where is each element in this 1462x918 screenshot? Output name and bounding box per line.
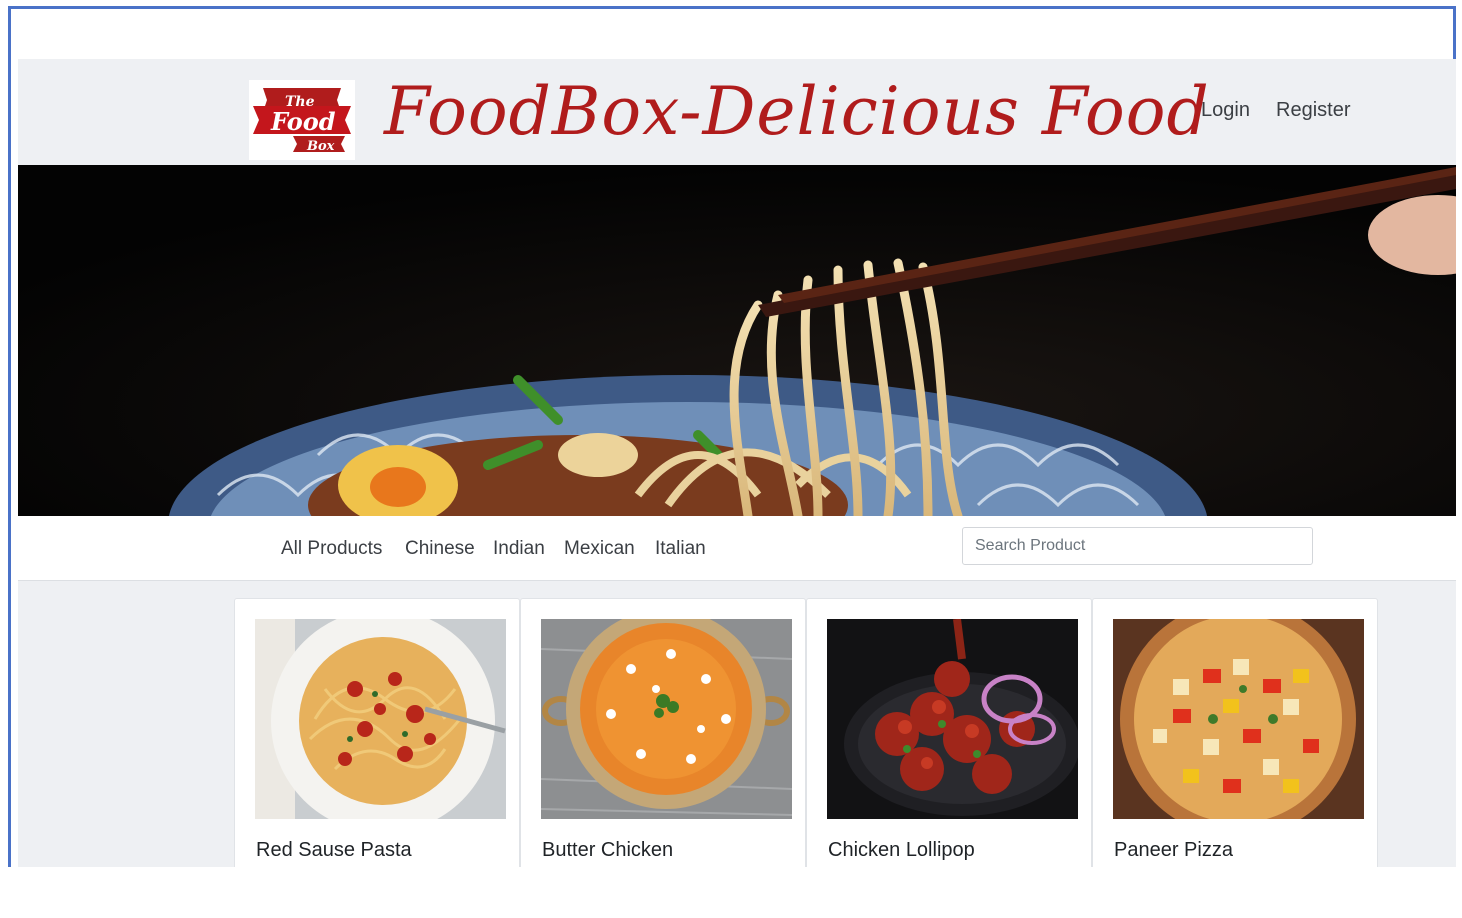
product-card[interactable]: Paneer Pizza — [1092, 598, 1378, 867]
product-card[interactable]: Red Sause Pasta — [234, 598, 520, 867]
category-indian[interactable]: Indian — [493, 538, 545, 560]
category-chinese[interactable]: Chinese — [405, 538, 475, 560]
pasta-image[interactable] — [255, 619, 506, 819]
hero-banner-image — [18, 165, 1456, 516]
site-header: The Food Box FoodBox-Delicious Food Logi… — [18, 59, 1456, 165]
product-name: Paneer Pizza — [1114, 839, 1233, 861]
category-all-products[interactable]: All Products — [281, 538, 382, 560]
search-input[interactable] — [962, 527, 1313, 565]
paneer-pizza-image[interactable] — [1113, 619, 1364, 819]
product-card[interactable]: Chicken Lollipop — [806, 598, 1092, 867]
chicken-lollipop-image[interactable] — [827, 619, 1078, 819]
page-bottom-strip — [8, 867, 1456, 918]
product-name: Red Sause Pasta — [256, 839, 412, 861]
app-container: The Food Box FoodBox-Delicious Food Logi… — [18, 59, 1456, 867]
category-bar: All Products Chinese Indian Mexican Ital… — [18, 516, 1456, 581]
product-card[interactable]: Butter Chicken — [520, 598, 806, 867]
category-italian[interactable]: Italian — [655, 538, 706, 560]
logo-text-box: Box — [306, 139, 335, 154]
product-name: Chicken Lollipop — [828, 839, 975, 861]
login-link[interactable]: Login — [1201, 99, 1250, 122]
brand-logo[interactable]: The Food Box — [249, 80, 355, 160]
logo-text-food: Food — [270, 107, 336, 136]
product-grid: Red Sause Pasta Butter Chicken Chicken L… — [234, 598, 1380, 867]
butter-chicken-image[interactable] — [541, 619, 792, 819]
register-link[interactable]: Register — [1276, 99, 1350, 122]
product-name: Butter Chicken — [542, 839, 674, 861]
category-mexican[interactable]: Mexican — [564, 538, 635, 560]
brand-title: FoodBox-Delicious Food — [384, 73, 1210, 150]
